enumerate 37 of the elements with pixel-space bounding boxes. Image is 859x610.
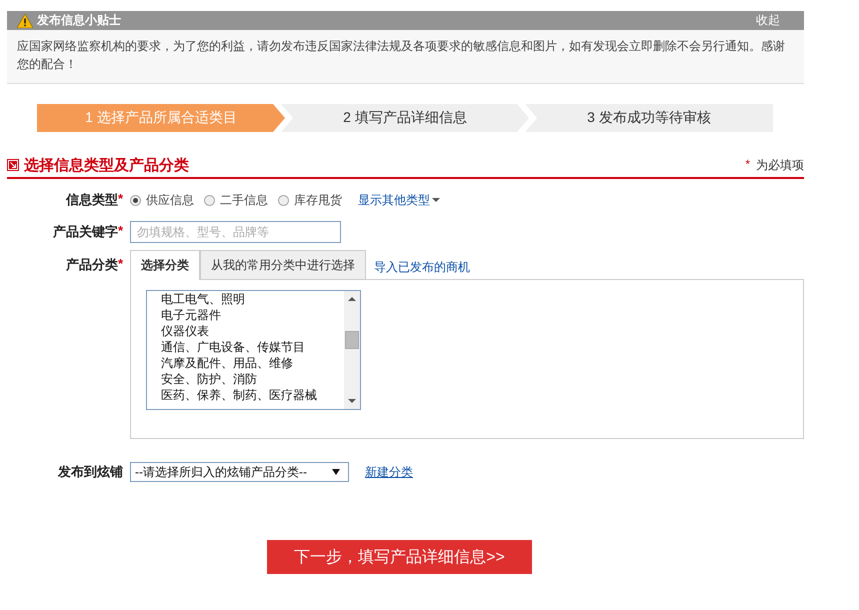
required-mark: *	[118, 256, 123, 273]
radio-option[interactable]: 供应信息	[130, 192, 194, 208]
category-tab[interactable]: 从我的常用分类中进行选择	[200, 250, 366, 279]
category-option[interactable]: 汽摩及配件、用品、维修	[161, 355, 344, 371]
category-option[interactable]: 电子元器件	[161, 307, 344, 323]
section-title: 选择信息类型及产品分类	[24, 156, 189, 174]
field-label: 发布到炫铺	[58, 463, 123, 481]
shop-category-select[interactable]: --请选择所归入的炫铺产品分类--	[130, 462, 349, 482]
tips-text: 应国家网络监察机构的要求，为了您的利益，请勿发布违反国家法律法规及各项要求的敏感信息和图片，如有发现会立即删除不会另行通知。感谢您的配合！	[16, 38, 786, 73]
category-tab[interactable]: 选择分类	[130, 250, 200, 280]
progress-step: 2 填写产品详细信息	[281, 104, 529, 132]
required-mark: *	[745, 156, 750, 172]
show-more-link[interactable]: 显示其他类型	[358, 192, 440, 208]
required-note: 为必填项	[756, 156, 804, 174]
radio-option[interactable]: 库存甩货	[278, 192, 342, 208]
radio-option[interactable]: 二手信息	[204, 192, 268, 208]
category-listbox[interactable]: 电工电气、照明 电子元器件 仪器仪表 通信、广电设备、传媒节目 汽摩及配件、用品、维修 安全、防护、消防 医药、保养、制药、医疗器械	[146, 290, 361, 410]
scrollbar[interactable]	[344, 291, 360, 409]
required-mark: *	[118, 223, 123, 240]
field-label: 信息类型	[66, 191, 118, 209]
category-option[interactable]: 仪器仪表	[161, 323, 344, 339]
category-option[interactable]: 安全、防护、消防	[161, 371, 344, 387]
warning-icon	[17, 14, 33, 28]
next-step-button[interactable]: 下一步，填写产品详细信息>>	[267, 540, 532, 574]
keyword-input[interactable]: 勿填规格、型号、品牌等	[130, 221, 341, 243]
new-category-link[interactable]: 新建分类	[365, 464, 413, 480]
category-option[interactable]: 通信、广电设备、传媒节目	[161, 339, 344, 355]
arrow-square-icon	[7, 159, 19, 171]
progress-step: 3 发布成功等待审核	[525, 104, 773, 132]
field-label: 产品关键字	[52, 223, 118, 241]
import-link[interactable]: 导入已发布的商机	[374, 259, 470, 276]
category-option[interactable]: 医药、保养、制药、医疗器械	[161, 387, 344, 403]
field-label: 产品分类	[66, 256, 118, 274]
required-mark: *	[118, 191, 123, 208]
category-option[interactable]: 电工电气、照明	[161, 291, 344, 307]
tips-title: 发布信息小贴士	[37, 12, 121, 29]
progress-step: 1 选择产品所属合适类目	[37, 104, 285, 132]
